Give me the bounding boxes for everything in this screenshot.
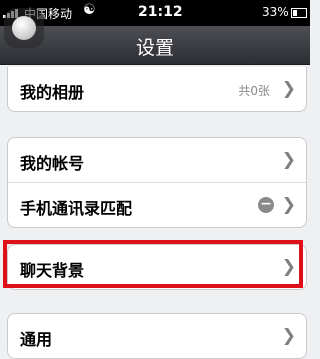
settings-row-contacts-match[interactable]: 手机通讯录匹配 − ❯ bbox=[8, 182, 306, 227]
clock: 21:12 bbox=[138, 4, 183, 20]
row-label: 我的帐号 bbox=[20, 154, 85, 173]
settings-row-album[interactable]: 我的相册 共0张 ❯ bbox=[8, 67, 306, 111]
chevron-right-icon: ❯ bbox=[281, 195, 296, 215]
navigation-bar: 设置 bbox=[0, 26, 310, 65]
row-label: 我的相册 bbox=[20, 83, 85, 102]
chevron-right-icon: ❯ bbox=[281, 79, 296, 99]
battery-percent: 33% bbox=[262, 5, 289, 19]
page-title: 设置 bbox=[135, 37, 174, 59]
chevron-right-icon: ❯ bbox=[281, 257, 296, 277]
row-label: 聊天背景 bbox=[20, 261, 85, 280]
status-bar: 中国移动 ☯ 21:12 33% bbox=[0, 0, 310, 26]
battery-icon bbox=[291, 8, 307, 18]
album-group: 我的相册 共0张 ❯ bbox=[7, 67, 307, 112]
row-label: 手机通讯录匹配 bbox=[20, 199, 133, 218]
chevron-right-icon: ❯ bbox=[281, 150, 296, 170]
assistive-touch-button[interactable] bbox=[4, 8, 44, 48]
row-label: 通用 bbox=[20, 330, 53, 349]
chat-background-group: 聊天背景 ❯ bbox=[7, 244, 307, 290]
wifi-icon: ☯ bbox=[83, 2, 96, 18]
account-group: 我的帐号 ❯ 手机通讯录匹配 − ❯ bbox=[7, 137, 307, 228]
settings-row-account[interactable]: 我的帐号 ❯ bbox=[8, 138, 306, 182]
settings-row-chat-background[interactable]: 聊天背景 ❯ bbox=[8, 245, 306, 289]
minus-circle-icon: − bbox=[258, 197, 274, 213]
settings-row-general[interactable]: 通用 ❯ bbox=[8, 314, 306, 358]
album-count: 共0张 bbox=[238, 84, 270, 98]
chevron-right-icon: ❯ bbox=[281, 326, 296, 346]
general-group: 通用 ❯ bbox=[7, 313, 307, 359]
